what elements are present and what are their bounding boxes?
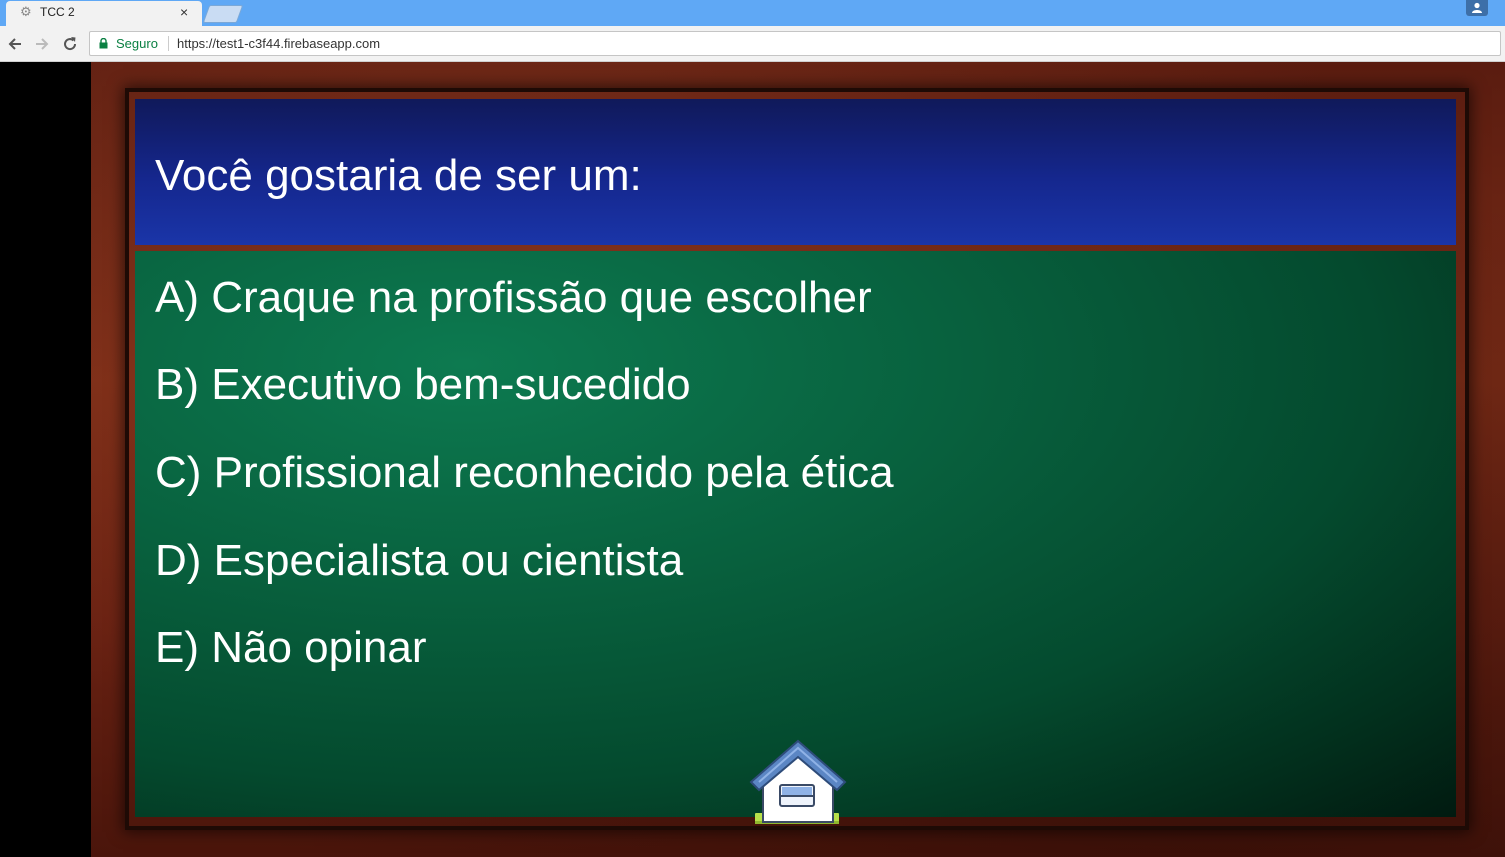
answer-option-a[interactable]: A) Craque na profissão que escolher bbox=[155, 273, 872, 323]
url-separator bbox=[168, 36, 169, 51]
answer-option-c[interactable]: C) Profissional reconhecido pela ética bbox=[155, 448, 894, 498]
profile-button[interactable] bbox=[1466, 0, 1488, 16]
question-text: Você gostaria de ser um: bbox=[155, 151, 642, 200]
lock-icon bbox=[99, 38, 108, 49]
back-arrow-icon bbox=[8, 38, 21, 50]
answer-option-e[interactable]: E) Não opinar bbox=[155, 623, 426, 673]
tab-tcc2[interactable]: ⚙ TCC 2 × bbox=[6, 1, 202, 26]
forward-arrow-icon bbox=[36, 38, 49, 50]
answer-option-b[interactable]: B) Executivo bem-sucedido bbox=[155, 360, 691, 410]
secure-label: Seguro bbox=[116, 36, 158, 51]
home-button[interactable] bbox=[749, 738, 847, 830]
answers-board: A) Craque na profissão que escolher B) E… bbox=[135, 251, 1456, 817]
address-bar[interactable]: Seguro https://test1-c3f44.firebaseapp.c… bbox=[89, 31, 1501, 56]
gear-icon: ⚙ bbox=[20, 5, 32, 20]
answer-option-d[interactable]: D) Especialista ou cientista bbox=[155, 536, 683, 586]
close-icon[interactable]: × bbox=[180, 4, 188, 20]
question-panel: Você gostaria de ser um: bbox=[135, 99, 1456, 245]
reload-button[interactable] bbox=[60, 34, 80, 54]
back-button[interactable] bbox=[5, 34, 25, 54]
tab-title: TCC 2 bbox=[40, 5, 75, 19]
tab-strip: ⚙ TCC 2 × bbox=[0, 0, 1505, 26]
reload-icon bbox=[64, 37, 77, 51]
page-viewport: Você gostaria de ser um: A) Craque na pr… bbox=[0, 62, 1505, 857]
forward-button[interactable] bbox=[32, 34, 52, 54]
home-icon bbox=[749, 739, 847, 824]
chalkboard-frame: Você gostaria de ser um: A) Craque na pr… bbox=[91, 62, 1505, 857]
browser-toolbar: Seguro https://test1-c3f44.firebaseapp.c… bbox=[0, 26, 1505, 62]
url-text[interactable]: https://test1-c3f44.firebaseapp.com bbox=[177, 36, 380, 51]
profile-icon bbox=[1472, 2, 1482, 13]
new-tab-button[interactable] bbox=[202, 5, 244, 23]
